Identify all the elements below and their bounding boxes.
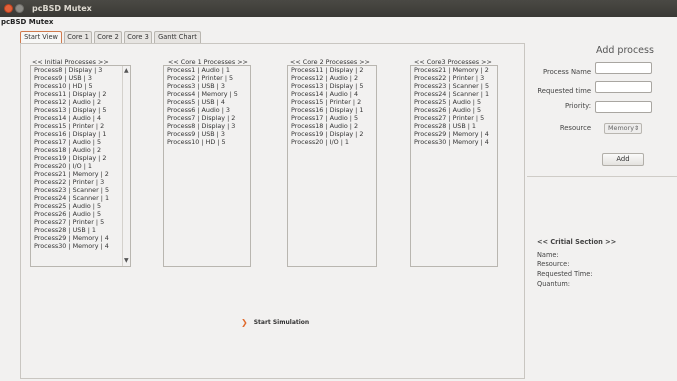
core1-processes-list[interactable]: Process1 | Audio | 1 Process2 | Printer |… xyxy=(163,65,251,267)
tab-core-2[interactable]: Core 2 xyxy=(94,31,122,43)
process-name-label: Process Name xyxy=(543,68,591,76)
list-item[interactable]: Process15 | Printer | 2 xyxy=(31,122,130,130)
list-item[interactable]: Process18 | Audio | 2 xyxy=(31,146,130,154)
list-item[interactable]: Process13 | Display | 5 xyxy=(288,82,376,90)
list-item[interactable]: Process9 | USB | 3 xyxy=(31,74,130,82)
core3-processes-list[interactable]: Process21 | Memory | 2 Process22 | Printe… xyxy=(410,65,498,267)
list-item[interactable]: Process2 | Printer | 5 xyxy=(164,74,250,82)
list-item[interactable]: Process13 | Display | 5 xyxy=(31,106,130,114)
tab-gantt-chart[interactable]: Gantt Chart xyxy=(154,31,201,43)
tab-core-1[interactable]: Core 1 xyxy=(64,31,92,43)
list-item[interactable]: Process23 | Scanner | 5 xyxy=(411,82,497,90)
list-item[interactable]: Process16 | Display | 1 xyxy=(31,130,130,138)
requested-time-input[interactable] xyxy=(595,81,652,93)
resource-label: Resource xyxy=(559,124,591,132)
list-item[interactable]: Process9 | USB | 3 xyxy=(164,130,250,138)
list-item[interactable]: Process24 | Scanner | 1 xyxy=(31,194,130,202)
list-item[interactable]: Process24 | Scanner | 1 xyxy=(411,90,497,98)
list-item[interactable]: Process23 | Scanner | 5 xyxy=(31,186,130,194)
list-item[interactable]: Process6 | Audio | 3 xyxy=(164,106,250,114)
list-item[interactable]: Process25 | Audio | 5 xyxy=(31,202,130,210)
critical-section-title: << Critial Section >> xyxy=(537,238,617,246)
list-item[interactable]: Process10 | HD | 5 xyxy=(164,138,250,146)
list-item[interactable]: Process21 | Memory | 2 xyxy=(31,170,130,178)
list-item[interactable]: Process26 | Audio | 5 xyxy=(31,210,130,218)
list-item[interactable]: Process20 | I/O | 1 xyxy=(288,138,376,146)
list-item[interactable]: Process11 | Display | 2 xyxy=(288,66,376,74)
list-item[interactable]: Process22 | Printer | 3 xyxy=(31,178,130,186)
list-item[interactable]: Process29 | Memory | 4 xyxy=(411,130,497,138)
priority-label: Priority: xyxy=(565,102,591,110)
close-window-button[interactable] xyxy=(4,4,13,13)
list-item[interactable]: Process28 | USB | 1 xyxy=(31,226,130,234)
list-item[interactable]: Process17 | Audio | 5 xyxy=(31,138,130,146)
list-item[interactable]: Process8 | Display | 3 xyxy=(31,66,130,74)
minimize-window-button[interactable] xyxy=(15,4,24,13)
core2-processes-list[interactable]: Process11 | Display | 2 Process12 | Audio… xyxy=(287,65,377,267)
requested-time-label: Requested time xyxy=(537,87,591,95)
list-item[interactable]: Process22 | Printer | 3 xyxy=(411,74,497,82)
list-item[interactable]: Process19 | Display | 2 xyxy=(288,130,376,138)
scroll-down-icon[interactable]: ▼ xyxy=(124,258,129,264)
list-item[interactable]: Process18 | Audio | 2 xyxy=(288,122,376,130)
cs-quantum-label: Quantum: xyxy=(537,280,570,288)
list-item[interactable]: Process27 | Printer | 5 xyxy=(411,114,497,122)
tab-core-3[interactable]: Core 3 xyxy=(124,31,152,43)
play-arrow-icon: ❯ xyxy=(241,318,248,327)
list-item[interactable]: Process1 | Audio | 1 xyxy=(164,66,250,74)
list-item[interactable]: Process5 | USB | 4 xyxy=(164,98,250,106)
start-simulation-label: Start Simulation xyxy=(253,319,310,326)
list-item[interactable]: Process4 | Memory | 5 xyxy=(164,90,250,98)
add-process-title: Add process xyxy=(596,45,654,56)
cs-resource-label: Resource: xyxy=(537,260,570,268)
add-process-button[interactable]: Add xyxy=(602,153,644,166)
list-item[interactable]: Process10 | HD | 5 xyxy=(31,82,130,90)
list-item[interactable]: Process17 | Audio | 5 xyxy=(288,114,376,122)
window-title: pcBSD Mutex xyxy=(32,4,92,13)
list-item[interactable]: Process14 | Audio | 4 xyxy=(288,90,376,98)
app-title: pcBSD Mutex xyxy=(1,18,54,26)
list-item[interactable]: Process29 | Memory | 4 xyxy=(31,234,130,242)
list-item[interactable]: Process30 | Memory | 4 xyxy=(31,242,130,250)
list-item[interactable]: Process14 | Audio | 4 xyxy=(31,114,130,122)
resource-select[interactable]: Memory ⇕ xyxy=(604,123,642,134)
initial-list-scrollbar[interactable]: ▲ ▼ xyxy=(122,66,130,266)
list-item[interactable]: Process3 | USB | 3 xyxy=(164,82,250,90)
list-item[interactable]: Process19 | Display | 2 xyxy=(31,154,130,162)
list-item[interactable]: Process25 | Audio | 5 xyxy=(411,98,497,106)
spin-arrows-icon: ⇕ xyxy=(633,125,639,132)
list-item[interactable]: Process28 | USB | 1 xyxy=(411,122,497,130)
window-titlebar: pcBSD Mutex xyxy=(0,0,677,17)
tab-start-view[interactable]: Start View xyxy=(20,31,62,43)
list-item[interactable]: Process15 | Printer | 2 xyxy=(288,98,376,106)
list-item[interactable]: Process16 | Display | 1 xyxy=(288,106,376,114)
priority-input[interactable] xyxy=(595,101,652,113)
list-item[interactable]: Process11 | Display | 2 xyxy=(31,90,130,98)
initial-processes-list[interactable]: Process8 | Display | 3 Process9 | USB | 3… xyxy=(30,65,131,267)
list-item[interactable]: Process26 | Audio | 5 xyxy=(411,106,497,114)
list-item[interactable]: Process8 | Display | 3 xyxy=(164,122,250,130)
list-item[interactable]: Process12 | Audio | 2 xyxy=(31,98,130,106)
resource-select-value: Memory xyxy=(608,124,634,132)
right-panel-divider xyxy=(527,176,677,177)
cs-requested-time-label: Requested Time: xyxy=(537,270,593,278)
list-item[interactable]: Process30 | Memory | 4 xyxy=(411,138,497,146)
list-item[interactable]: Process27 | Printer | 5 xyxy=(31,218,130,226)
start-simulation-button[interactable]: ❯ Start Simulation xyxy=(241,318,309,327)
scroll-up-icon[interactable]: ▲ xyxy=(124,68,129,74)
list-item[interactable]: Process7 | Display | 2 xyxy=(164,114,250,122)
cs-name-label: Name: xyxy=(537,251,559,259)
list-item[interactable]: Process21 | Memory | 2 xyxy=(411,66,497,74)
list-item[interactable]: Process12 | Audio | 2 xyxy=(288,74,376,82)
process-name-input[interactable] xyxy=(595,62,652,74)
list-item[interactable]: Process20 | I/O | 1 xyxy=(31,162,130,170)
